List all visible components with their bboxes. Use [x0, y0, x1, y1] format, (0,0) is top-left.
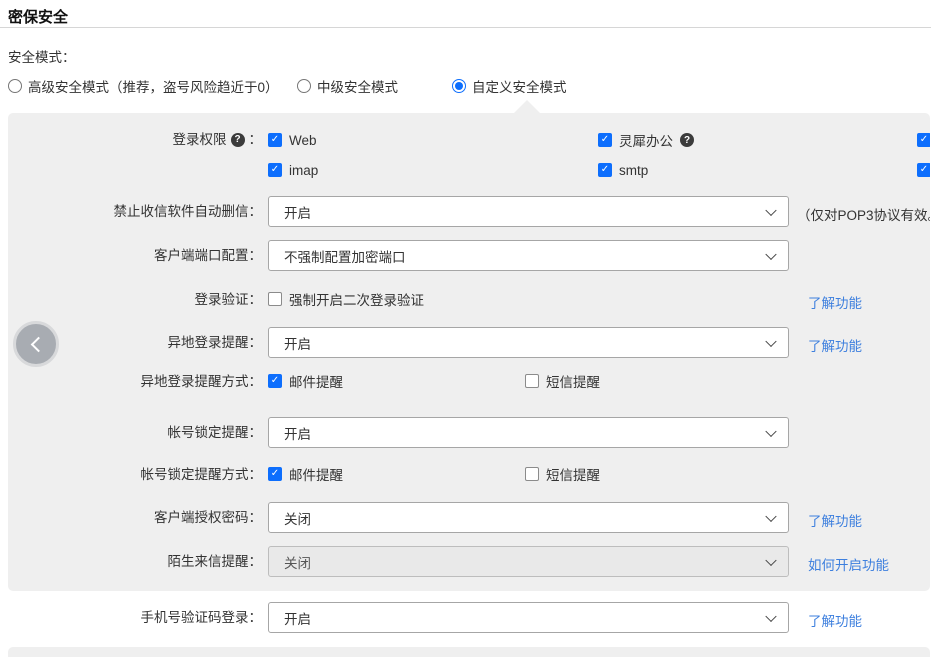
help-icon[interactable]: ?: [680, 133, 694, 147]
phone-login-learn-link[interactable]: 了解功能: [808, 610, 862, 630]
radio-advanced-mode[interactable]: 高级安全模式（推荐，盗号风险趋近于0）: [8, 78, 279, 94]
checkbox-remote-mail-alert[interactable]: ✓ 邮件提醒: [268, 373, 343, 389]
page-title: 密保安全: [8, 6, 68, 27]
chevron-down-icon: [765, 510, 776, 521]
checkbox-checked-icon[interactable]: ✓: [598, 133, 612, 147]
radio-icon[interactable]: [297, 79, 311, 93]
radio-middle-label: 中级安全模式: [317, 76, 398, 96]
remote-alert-method-label: 异地登录提醒方式：: [8, 374, 262, 390]
radio-custom-mode[interactable]: 自定义安全模式: [452, 78, 567, 94]
chevron-down-icon: [765, 610, 776, 621]
lock-alert-label: 帐号锁定提醒：: [8, 425, 262, 441]
login-verify-learn-link[interactable]: 了解功能: [808, 292, 862, 312]
panel-caret: [514, 100, 540, 113]
security-mode-label: 安全模式：: [8, 46, 76, 66]
checkbox-unchecked-icon[interactable]: [268, 292, 282, 306]
auto-delete-note: （仅对POP3协议有效。: [797, 204, 930, 224]
checkbox-smtp[interactable]: ✓ smtp: [598, 162, 648, 178]
help-icon[interactable]: ?: [231, 133, 245, 147]
radio-advanced-label: 高级安全模式（推荐，盗号风险趋近于0）: [28, 76, 279, 96]
client-auth-label: 客户端授权密码：: [8, 510, 262, 526]
lock-alert-select[interactable]: 开启: [268, 417, 789, 448]
checkbox-force-2fa[interactable]: 强制开启二次登录验证: [268, 291, 424, 307]
radio-middle-mode[interactable]: 中级安全模式: [297, 78, 398, 94]
scroll-left-button[interactable]: [13, 321, 59, 367]
client-port-label: 客户端端口配置：: [8, 248, 262, 264]
checkbox-unchecked-icon[interactable]: [525, 467, 539, 481]
radio-selected-icon[interactable]: [452, 79, 466, 93]
stranger-alert-select[interactable]: 关闭: [268, 546, 789, 577]
chevron-down-icon: [765, 425, 776, 436]
checkbox-extra-2[interactable]: ✓: [917, 162, 930, 178]
chevron-down-icon: [765, 248, 776, 259]
lock-alert-method-label: 帐号锁定提醒方式：: [8, 467, 262, 483]
checkbox-checked-icon[interactable]: ✓: [268, 133, 282, 147]
checkbox-lingxi[interactable]: ✓ 灵犀办公 ?: [598, 132, 694, 148]
client-port-select[interactable]: 不强制配置加密端口: [268, 240, 789, 271]
checkbox-checked-icon[interactable]: ✓: [268, 467, 282, 481]
checkbox-unchecked-icon[interactable]: [525, 374, 539, 388]
remote-alert-learn-link[interactable]: 了解功能: [808, 335, 862, 355]
checkbox-lock-sms-alert[interactable]: 短信提醒: [525, 466, 600, 482]
checkbox-checked-icon[interactable]: ✓: [598, 163, 612, 177]
checkbox-lock-mail-alert[interactable]: ✓ 邮件提醒: [268, 466, 343, 482]
login-permission-label: 登录权限 ? ：: [8, 132, 262, 148]
login-verify-label: 登录验证：: [8, 292, 262, 308]
chevron-down-icon: [765, 204, 776, 215]
title-divider: [0, 27, 931, 28]
client-auth-select[interactable]: 关闭: [268, 502, 789, 533]
radio-dot-icon: [455, 82, 463, 90]
phone-login-label: 手机号验证码登录：: [8, 610, 262, 626]
phone-login-select[interactable]: 开启: [268, 602, 789, 633]
stranger-alert-label: 陌生来信提醒：: [8, 554, 262, 570]
checkbox-checked-icon[interactable]: ✓: [917, 133, 930, 147]
chevron-left-icon: [31, 336, 47, 352]
checkbox-checked-icon[interactable]: ✓: [268, 163, 282, 177]
custom-mode-panel: 登录权限 ? ： ✓ Web ✓ 灵犀办公 ? ✓ ✓ imap ✓ smtp …: [8, 113, 930, 591]
checkbox-imap[interactable]: ✓ imap: [268, 162, 318, 178]
stranger-alert-howto-link[interactable]: 如何开启功能: [808, 554, 889, 574]
client-auth-learn-link[interactable]: 了解功能: [808, 510, 862, 530]
radio-icon[interactable]: [8, 79, 22, 93]
checkbox-checked-icon[interactable]: ✓: [268, 374, 282, 388]
checkbox-checked-icon[interactable]: ✓: [917, 163, 930, 177]
checkbox-remote-sms-alert[interactable]: 短信提醒: [525, 373, 600, 389]
next-section-edge: [8, 647, 930, 657]
remote-alert-select[interactable]: 开启: [268, 327, 789, 358]
checkbox-extra-1[interactable]: ✓: [917, 132, 930, 148]
radio-custom-label: 自定义安全模式: [472, 76, 567, 96]
auto-delete-label: 禁止收信软件自动删信：: [8, 204, 262, 220]
chevron-down-icon: [765, 554, 776, 565]
security-settings-page: 密保安全 安全模式： 高级安全模式（推荐，盗号风险趋近于0） 中级安全模式 自定…: [0, 0, 935, 657]
auto-delete-select[interactable]: 开启: [268, 196, 789, 227]
chevron-down-icon: [765, 335, 776, 346]
checkbox-web[interactable]: ✓ Web: [268, 132, 317, 148]
